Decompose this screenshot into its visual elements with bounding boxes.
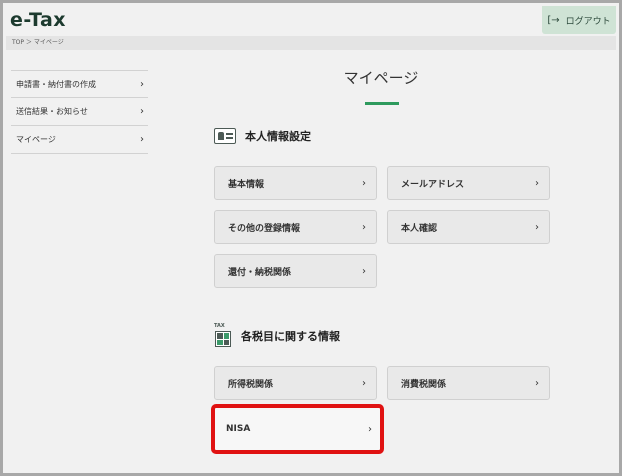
sidebar-item-mypage[interactable]: マイページ › [11, 126, 148, 154]
breadcrumb: TOP ＞ マイページ [6, 36, 616, 50]
tax-icon-label: TAX [214, 323, 225, 329]
title-underline [365, 102, 399, 105]
section-heading-label: 各税目に関する情報 [241, 330, 340, 343]
button-label: 還付・納税関係 [228, 267, 292, 278]
logout-label: ログアウト [565, 16, 611, 27]
chevron-right-icon: › [140, 106, 144, 117]
consumption-tax-button[interactable]: 消費税関係 › [387, 366, 550, 400]
chevron-right-icon: › [535, 377, 539, 389]
page: e-Tax [→ ログアウト TOP ＞ マイページ 申請書・納付書の作成 › … [6, 6, 616, 470]
logout-button[interactable]: [→ ログアウト [542, 6, 616, 34]
chevron-right-icon: › [362, 265, 366, 277]
nisa-button[interactable]: NISA › [211, 404, 384, 454]
chevron-right-icon: › [535, 177, 539, 189]
other-registration-button[interactable]: その他の登録情報 › [214, 210, 377, 244]
chevron-right-icon: › [368, 423, 372, 435]
button-label: 基本情報 [228, 179, 265, 190]
header: e-Tax [→ ログアウト [6, 6, 616, 36]
etax-logo[interactable]: e-Tax [10, 9, 66, 31]
tax-calculator-icon: TAX [214, 323, 232, 348]
chevron-right-icon: › [140, 78, 144, 90]
sidebar-item-label: 送信結果・お知らせ [16, 107, 88, 116]
sidebar: 申請書・納付書の作成 › 送信結果・お知らせ › マイページ › [11, 70, 148, 154]
section-heading-tax-items: TAX 各税目に関する情報 [214, 323, 340, 348]
email-address-button[interactable]: メールアドレス › [387, 166, 550, 200]
page-title: マイページ [343, 69, 419, 87]
id-card-icon [214, 128, 236, 144]
chevron-right-icon: › [362, 377, 366, 389]
section-heading-label: 本人情報設定 [245, 130, 311, 143]
button-label: その他の登録情報 [228, 223, 301, 234]
button-label: 所得税関係 [228, 379, 274, 390]
chevron-right-icon: › [362, 177, 366, 189]
logout-icon: [→ [547, 14, 560, 26]
button-label: NISA [226, 424, 251, 434]
identity-verification-button[interactable]: 本人確認 › [387, 210, 550, 244]
button-label: 消費税関係 [401, 379, 447, 390]
chevron-right-icon: › [535, 221, 539, 233]
browser-frame: e-Tax [→ ログアウト TOP ＞ マイページ 申請書・納付書の作成 › … [0, 0, 622, 476]
section-heading-personal-info: 本人情報設定 [214, 128, 311, 144]
chevron-right-icon: › [362, 221, 366, 233]
income-tax-button[interactable]: 所得税関係 › [214, 366, 377, 400]
button-label: 本人確認 [401, 223, 438, 234]
sidebar-item-results-notices[interactable]: 送信結果・お知らせ › [11, 98, 148, 126]
refund-payment-button[interactable]: 還付・納税関係 › [214, 254, 377, 288]
sidebar-item-label: マイページ [16, 135, 56, 144]
button-label: メールアドレス [401, 179, 465, 190]
sidebar-item-label: 申請書・納付書の作成 [16, 79, 96, 89]
basic-info-button[interactable]: 基本情報 › [214, 166, 377, 200]
sidebar-item-create-forms[interactable]: 申請書・納付書の作成 › [11, 70, 148, 98]
chevron-right-icon: › [140, 134, 144, 145]
